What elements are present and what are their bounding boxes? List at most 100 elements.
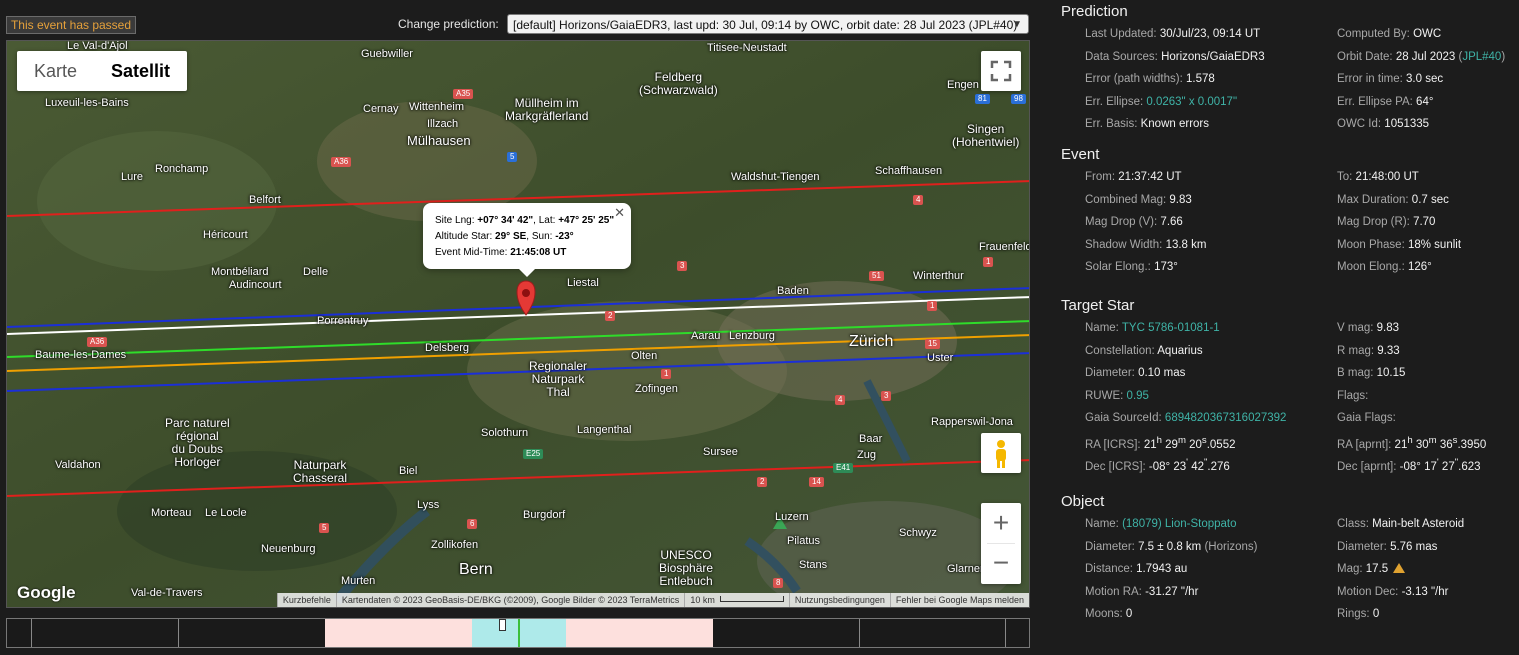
town-label: Winterthur <box>913 270 964 282</box>
timeline-tick <box>859 619 860 647</box>
road-shield: 8 <box>773 578 784 588</box>
popup-altitude-line: Altitude Star: 29° SE, Sun: -23° <box>435 231 574 242</box>
town-label: Illzach <box>427 118 459 130</box>
details-panel: Prediction Last Updated: 30/Jul/23, 09:1… <box>1061 0 1519 655</box>
gaia-source-row: Gaia SourceId: 6894820367316027392 <box>1085 412 1287 424</box>
scale-label: 10 km <box>684 593 789 607</box>
road-shield: 4 <box>913 195 924 205</box>
town-label: Montbéliard <box>211 266 269 278</box>
site-lng-value: +07° 34' 42" <box>477 215 534 226</box>
event-timeline[interactable] <box>6 618 1030 648</box>
road-shield: 1 <box>983 257 994 267</box>
zoom-in-button[interactable]: + <box>981 503 1021 543</box>
town-label: Delsberg <box>425 342 470 354</box>
star-name-link[interactable]: TYC 5786-01081-1 <box>1122 322 1220 334</box>
timeline-tick <box>31 619 32 647</box>
town-label: Sursee <box>703 446 738 458</box>
midtime-value: 21:45:08 UT <box>510 247 567 258</box>
altitude-value: 29° SE <box>495 231 527 242</box>
report-error-link[interactable]: Fehler bei Google Maps melden <box>889 593 1029 607</box>
town-label: Belfort <box>249 194 281 206</box>
jpl-link[interactable]: JPL#40 <box>1462 51 1501 63</box>
town-label: Lure <box>121 171 144 183</box>
section-title-event: Event <box>1061 146 1100 163</box>
event-passed-badge: This event has passed <box>6 16 136 34</box>
altitude-label: Altitude Star: <box>435 231 493 242</box>
map-type-map-button[interactable]: Karte <box>17 51 94 91</box>
town-label: Valdahon <box>55 459 101 471</box>
town-label: Luzern <box>775 511 809 523</box>
motion-ra-row: Motion RA: -31.27 "/hr <box>1085 586 1199 598</box>
road-shield: 1 <box>661 369 672 379</box>
town-label: Zollikofen <box>431 539 479 551</box>
town-label: Héricourt <box>203 229 248 241</box>
road-shield: 98 <box>1011 94 1026 104</box>
road-shield: 3 <box>881 391 892 401</box>
solar-elong-row: Solar Elong.: 173° <box>1085 261 1178 273</box>
sun-value: -23° <box>555 231 574 242</box>
timeline-tick <box>1005 619 1006 647</box>
fullscreen-button[interactable] <box>981 51 1021 91</box>
prediction-select[interactable]: [default] Horizons/GaiaEDR3, last upd: 3… <box>507 14 1029 34</box>
error-ellipse-link[interactable]: 0.0263" x 0.0017" <box>1146 96 1237 108</box>
town-label: Feldberg (Schwarzwald) <box>639 70 718 97</box>
town-label: Baden <box>777 285 809 297</box>
road-shield: E25 <box>523 449 544 459</box>
town-label: Singen (Hohentwiel) <box>952 122 1020 149</box>
close-icon[interactable]: ✕ <box>614 205 625 221</box>
event-from-row: From: 21:37:42 UT <box>1085 171 1182 183</box>
keyboard-shortcuts-link[interactable]: Kurzbefehle <box>276 593 336 607</box>
town-label: Lyss <box>417 499 440 511</box>
road-shield: 3 <box>677 261 688 271</box>
ruwe-row: RUWE: 0.95 <box>1085 390 1149 402</box>
town-label: Olten <box>631 350 658 362</box>
town-label: Porrentruy <box>317 315 369 327</box>
zoom-out-button[interactable]: − <box>981 544 1021 584</box>
event-to-row: To: 21:48:00 UT <box>1337 171 1419 183</box>
town-label: Guebwiller <box>361 48 413 60</box>
town-label: Liestal <box>567 277 599 289</box>
object-mag-row: Mag: 17.5 <box>1337 563 1406 575</box>
midtime-label: Event Mid-Time: <box>435 247 508 258</box>
pegman-icon <box>996 440 1006 468</box>
lat-label: Lat: <box>538 215 556 226</box>
road-shield: A36 <box>331 157 352 167</box>
site-lng-label: Site Lng: <box>435 215 475 226</box>
town-label: Bern <box>459 561 493 578</box>
error-ellipse-row: Err. Ellipse: 0.0263" x 0.0017" <box>1085 96 1238 108</box>
object-name-link[interactable]: (18079) Lion-Stoppato <box>1122 518 1236 530</box>
town-label: Schaffhausen <box>875 165 943 177</box>
road-shield: 2 <box>757 477 768 487</box>
flags-row: Flags: <box>1337 390 1369 402</box>
mag-drop-r-row: Mag Drop (R): 7.70 <box>1337 216 1436 228</box>
town-label: Waldshut-Tiengen <box>731 171 820 183</box>
town-label: Cernay <box>363 103 399 115</box>
town-label: Aarau <box>691 330 721 342</box>
google-logo: Google <box>17 583 76 602</box>
road-shield: 1 <box>927 301 938 311</box>
town-label: Engen <box>947 79 979 91</box>
map-type-satellite-button[interactable]: Satellit <box>94 51 187 91</box>
moon-phase-row: Moon Phase: 18% sunlit <box>1337 239 1462 251</box>
road-shield: 51 <box>869 271 884 281</box>
data-sources-row: Data Sources: Horizons/GaiaEDR3 <box>1085 51 1265 63</box>
town-label: Pilatus <box>787 535 821 547</box>
road-shield: 14 <box>809 477 824 487</box>
map-view[interactable]: Le Val-d'Ajol Guebwiller Titisee-Neustad… <box>6 40 1030 608</box>
map-attribution-bar: Kurzbefehle Kartendaten © 2023 GeoBasis-… <box>276 593 1029 607</box>
town-label: Morteau <box>151 507 192 519</box>
town-label: Frauenfeld <box>979 241 1030 253</box>
ruwe-link[interactable]: 0.95 <box>1127 390 1149 402</box>
town-label: Delle <box>303 266 329 278</box>
lat-value: +47° 25' 25" <box>558 215 615 226</box>
error-path-row: Error (path widths): 1.578 <box>1085 73 1215 85</box>
town-label: Val-de-Travers <box>131 587 203 599</box>
map-type-control: Karte Satellit <box>17 51 188 91</box>
object-diameter-row: Diameter: 7.5 ± 0.8 km (Horizons) <box>1085 541 1258 553</box>
terms-link[interactable]: Nutzungsbedingungen <box>788 593 890 607</box>
street-view-button[interactable] <box>981 433 1021 473</box>
gaia-source-link[interactable]: 6894820367316027392 <box>1165 412 1287 424</box>
site-info-popup: ✕ Site Lng: +07° 34' 42", Lat: +47° 25' … <box>423 203 631 277</box>
timeline-slider-handle[interactable] <box>499 619 506 631</box>
town-label: Wittenheim <box>409 101 465 113</box>
